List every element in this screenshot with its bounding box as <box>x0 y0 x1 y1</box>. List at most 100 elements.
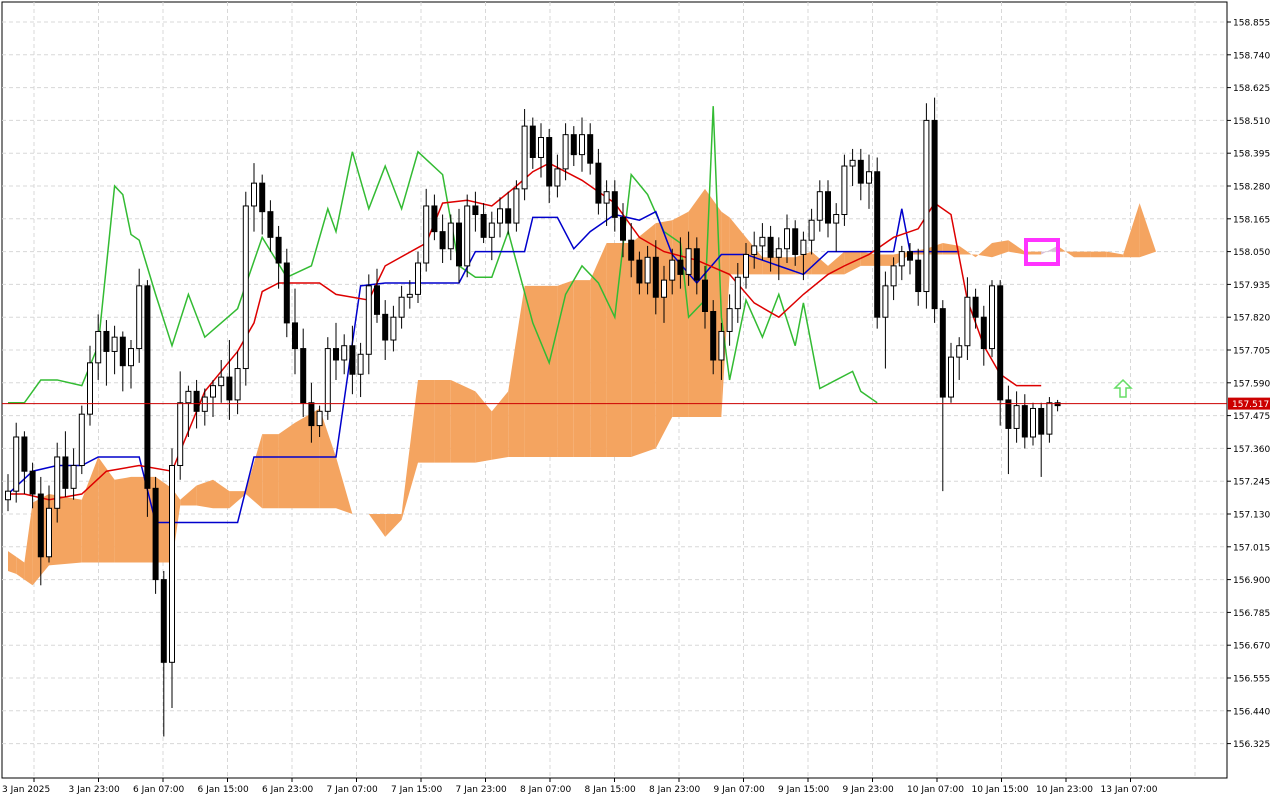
candle-body[interactable] <box>62 456 69 489</box>
candle-body[interactable] <box>898 251 905 267</box>
candle-body[interactable] <box>816 191 823 221</box>
candle-body[interactable] <box>693 248 700 281</box>
candle-body[interactable] <box>95 330 102 364</box>
candle-body[interactable] <box>349 345 356 375</box>
candle-body[interactable] <box>784 228 790 250</box>
candle-body[interactable] <box>931 119 938 310</box>
candle-body[interactable] <box>374 285 380 315</box>
candle-body[interactable] <box>13 436 20 492</box>
candle-body[interactable] <box>78 413 85 467</box>
candle-body[interactable] <box>972 296 979 318</box>
candle-body[interactable] <box>21 436 28 472</box>
candle-body[interactable] <box>316 410 323 427</box>
candle-body[interactable] <box>595 162 602 204</box>
candle-body[interactable] <box>415 262 421 295</box>
candle-body[interactable] <box>447 222 454 250</box>
candle-body[interactable] <box>915 259 922 293</box>
candle-body[interactable] <box>611 191 618 218</box>
candle-body[interactable] <box>267 211 274 238</box>
candle-body[interactable] <box>382 313 389 341</box>
price-chart[interactable]: 158.855 158.740 158.625 158.510 158.395 158.2… <box>0 0 1280 800</box>
candle-body[interactable] <box>152 487 159 581</box>
candle-body[interactable] <box>341 345 348 361</box>
candle-body[interactable] <box>505 208 512 224</box>
candle-body[interactable] <box>292 322 298 350</box>
candle-body[interactable] <box>308 402 315 427</box>
candle-body[interactable] <box>259 182 266 213</box>
candle-body[interactable] <box>570 134 577 156</box>
candle-body[interactable] <box>529 125 536 158</box>
candle-body[interactable] <box>751 245 758 255</box>
candle-body[interactable] <box>636 259 643 284</box>
candle-body[interactable] <box>652 256 659 298</box>
candle-body[interactable] <box>874 171 881 318</box>
candle-body[interactable] <box>866 171 872 184</box>
candle-body[interactable] <box>956 345 963 358</box>
candle-body[interactable] <box>54 456 61 509</box>
candle-body[interactable] <box>275 236 282 264</box>
candle-body[interactable] <box>357 353 364 375</box>
candle-body[interactable] <box>939 308 946 398</box>
candle-body[interactable] <box>849 159 856 167</box>
candle-body[interactable] <box>620 216 626 241</box>
candle-body[interactable] <box>480 214 487 238</box>
candle-body[interactable] <box>128 348 134 367</box>
candle-body[interactable] <box>857 159 864 184</box>
candle-body[interactable] <box>628 239 635 261</box>
candle-body[interactable] <box>169 465 175 663</box>
candle-body[interactable] <box>406 293 413 298</box>
candle-body[interactable] <box>743 253 749 278</box>
candle-body[interactable] <box>669 259 676 281</box>
candle-body[interactable] <box>1030 407 1036 438</box>
candle-body[interactable] <box>997 285 1004 401</box>
candle-body[interactable] <box>759 236 766 247</box>
candle-body[interactable] <box>1046 402 1053 435</box>
candle-body[interactable] <box>226 376 233 401</box>
candle-body[interactable] <box>546 137 553 187</box>
candle-body[interactable] <box>177 402 184 467</box>
candle-body[interactable] <box>1005 399 1012 429</box>
candle-body[interactable] <box>710 310 717 361</box>
candle-body[interactable] <box>103 330 110 352</box>
candle-body[interactable] <box>825 191 831 224</box>
candle-body[interactable] <box>767 236 774 258</box>
candle-body[interactable] <box>160 579 167 663</box>
candle-body[interactable] <box>185 390 192 404</box>
candle-body[interactable] <box>111 336 118 352</box>
candle-body[interactable] <box>579 134 585 156</box>
candle-body[interactable] <box>562 134 569 170</box>
candle-body[interactable] <box>70 465 77 489</box>
candle-body[interactable] <box>5 490 11 501</box>
candle-body[interactable] <box>841 165 848 216</box>
candle-body[interactable] <box>234 368 241 401</box>
candle-body[interactable] <box>201 396 208 412</box>
candle-body[interactable] <box>702 279 708 312</box>
candle-body[interactable] <box>907 251 913 261</box>
candle-body[interactable] <box>882 285 889 318</box>
candle-body[interactable] <box>964 296 971 347</box>
candle-body[interactable] <box>644 256 651 284</box>
candle-body[interactable] <box>365 285 372 355</box>
candle-body[interactable] <box>587 134 594 164</box>
candle-body[interactable] <box>390 316 397 341</box>
candle-body[interactable] <box>792 228 799 255</box>
candle-body[interactable] <box>513 188 520 224</box>
candle-body[interactable] <box>1021 405 1028 438</box>
candle-body[interactable] <box>136 285 143 350</box>
candle-body[interactable] <box>603 191 610 204</box>
candle-body[interactable] <box>439 231 446 250</box>
candle-body[interactable] <box>333 348 339 361</box>
candle-body[interactable] <box>398 296 405 318</box>
candle-body[interactable] <box>464 205 471 267</box>
candle-body[interactable] <box>808 219 815 241</box>
candle-body[interactable] <box>890 265 897 287</box>
candle-body[interactable] <box>472 205 479 216</box>
candle-body[interactable] <box>521 125 528 190</box>
candle-body[interactable] <box>775 248 782 258</box>
candle-body[interactable] <box>989 285 995 350</box>
candle-body[interactable] <box>677 259 684 275</box>
candle-body[interactable] <box>29 470 36 495</box>
candle-body[interactable] <box>210 385 216 398</box>
candle-body[interactable] <box>37 493 44 558</box>
candle-body[interactable] <box>193 390 200 412</box>
